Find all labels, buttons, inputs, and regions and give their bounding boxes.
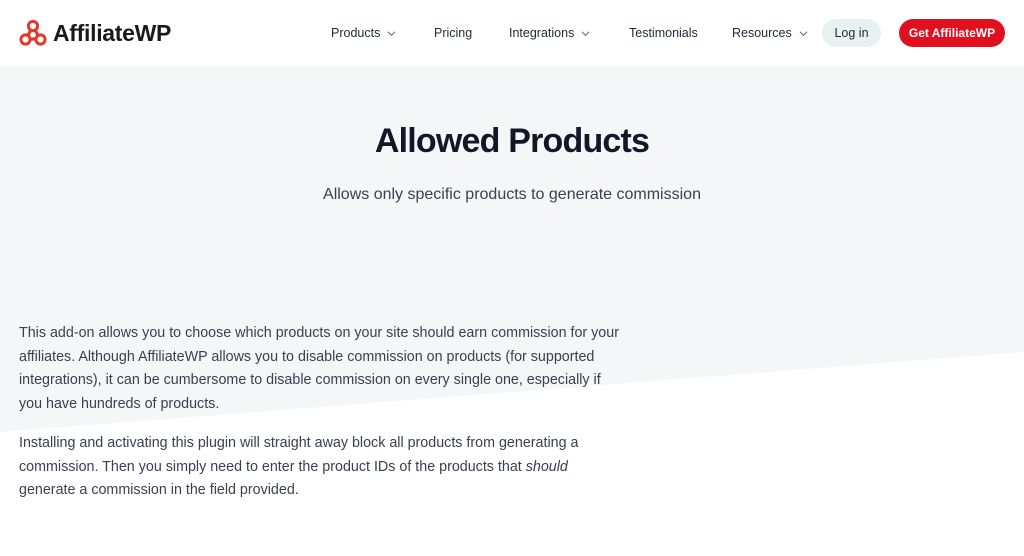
nav-item-label: Pricing [434, 26, 473, 40]
nav-item-resources[interactable]: Resources [732, 26, 808, 40]
login-button[interactable]: Log in [822, 19, 881, 47]
nav-item-label: Resources [732, 26, 792, 40]
get-affiliatewp-button[interactable]: Get AffiliateWP [899, 19, 1005, 47]
addon-description: This add-on allows you to choose which p… [19, 322, 619, 519]
page-subtitle: Allows only specific products to generat… [323, 186, 701, 203]
description-paragraph: This add-on allows you to choose which p… [19, 325, 619, 412]
brand-logo[interactable]: AffiliateWP [19, 19, 171, 47]
description-paragraph: Installing and activating this plugin wi… [19, 432, 619, 503]
page-title: Allowed Products [374, 122, 650, 160]
nav-item-pricing[interactable]: Pricing [434, 26, 472, 40]
top-navigation: AffiliateWP Products Pricing Integration… [0, 0, 1024, 66]
paragraph-text: Installing and activating this plugin wi… [19, 435, 579, 475]
nav-item-label: Products [331, 26, 381, 40]
chevron-down-icon [581, 30, 590, 36]
brand-name: AffiliateWP [53, 19, 172, 46]
chevron-down-icon [799, 30, 808, 36]
nav-item-testimonials[interactable]: Testimonials [629, 26, 698, 40]
chevron-down-icon [387, 30, 396, 36]
nav-item-label: Testimonials [629, 26, 698, 40]
emphasis-text: should [525, 458, 568, 475]
nav-item-integrations[interactable]: Integrations [509, 26, 590, 40]
nav-item-products[interactable]: Products [331, 26, 396, 40]
nav-item-label: Integrations [509, 26, 575, 40]
affiliate-network-icon [19, 19, 47, 46]
paragraph-text: generate a commission in the field provi… [19, 482, 299, 498]
